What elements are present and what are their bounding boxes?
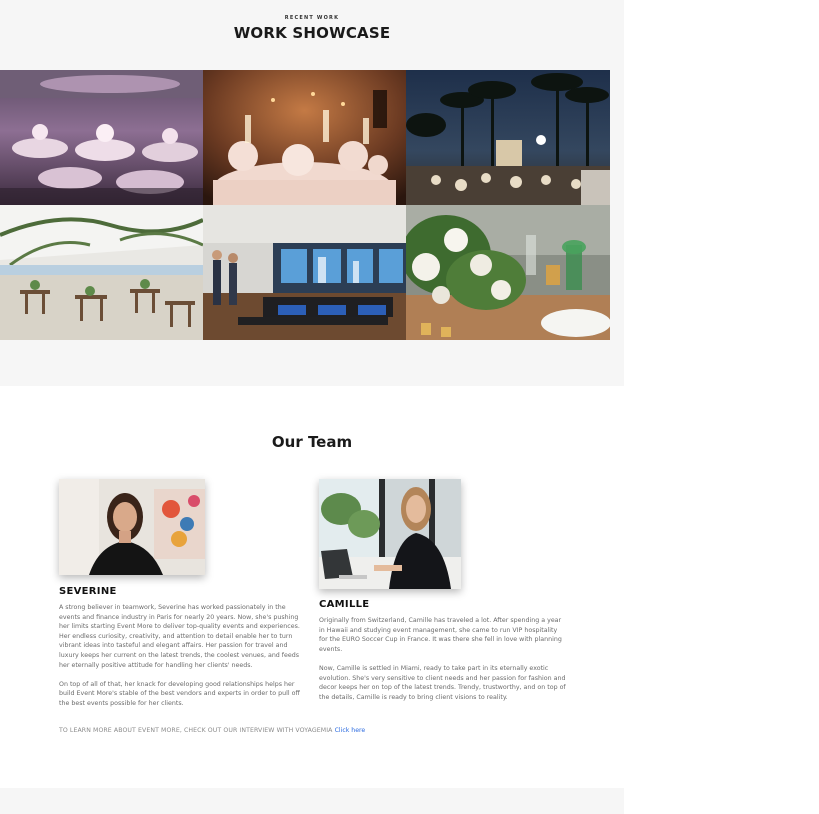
gallery-image-palm-night[interactable] <box>406 70 610 205</box>
gallery-image-tent-beach[interactable] <box>0 205 203 340</box>
vip-lounge-photo <box>203 205 406 340</box>
interview-text: TO LEARN MORE ABOUT EVENT MORE, CHECK OU… <box>59 727 333 734</box>
gallery-image-candlelit-table[interactable] <box>203 70 406 205</box>
portrait-camille <box>319 479 461 589</box>
showcase-title: WORK SHOWCASE <box>233 24 391 42</box>
work-showcase-section: RECENT WORK WORK SHOWCASE <box>0 0 624 386</box>
tent-beach-event-photo <box>0 205 203 340</box>
showcase-eyebrow: RECENT WORK <box>284 15 340 21</box>
footer-band <box>0 788 624 814</box>
bio-paragraph: A strong believer in teamwork, Severine … <box>59 604 300 669</box>
ballroom-event-photo <box>0 70 203 205</box>
member-name-camille: CAMILLE <box>319 599 370 610</box>
member-name-severine: SEVERINE <box>59 586 117 597</box>
bio-paragraph: On top of all of that, her knack for dev… <box>59 680 300 707</box>
gallery-image-ballroom[interactable] <box>0 70 203 205</box>
gallery-image-floral-tablescape[interactable] <box>406 205 610 340</box>
bio-paragraph: Now, Camille is settled in Miami, ready … <box>319 664 566 701</box>
portrait-severine <box>59 479 205 575</box>
candlelit-table-photo <box>203 70 406 205</box>
bio-paragraph: Originally from Switzerland, Camille has… <box>319 617 562 653</box>
palm-night-event-photo <box>406 70 610 205</box>
severine-photo <box>59 479 205 575</box>
camille-photo <box>319 479 461 589</box>
gallery-image-vip-lounge[interactable] <box>203 205 406 340</box>
team-title: Our Team <box>271 433 353 451</box>
member-bio-camille: Originally from Switzerland, Camille has… <box>319 616 567 712</box>
interview-link[interactable]: Click here <box>335 727 366 734</box>
showcase-gallery <box>0 70 610 340</box>
floral-tablescape-photo <box>406 205 610 340</box>
member-bio-severine: A strong believer in teamwork, Severine … <box>59 603 301 718</box>
interview-callout: TO LEARN MORE ABOUT EVENT MORE, CHECK OU… <box>59 727 459 734</box>
